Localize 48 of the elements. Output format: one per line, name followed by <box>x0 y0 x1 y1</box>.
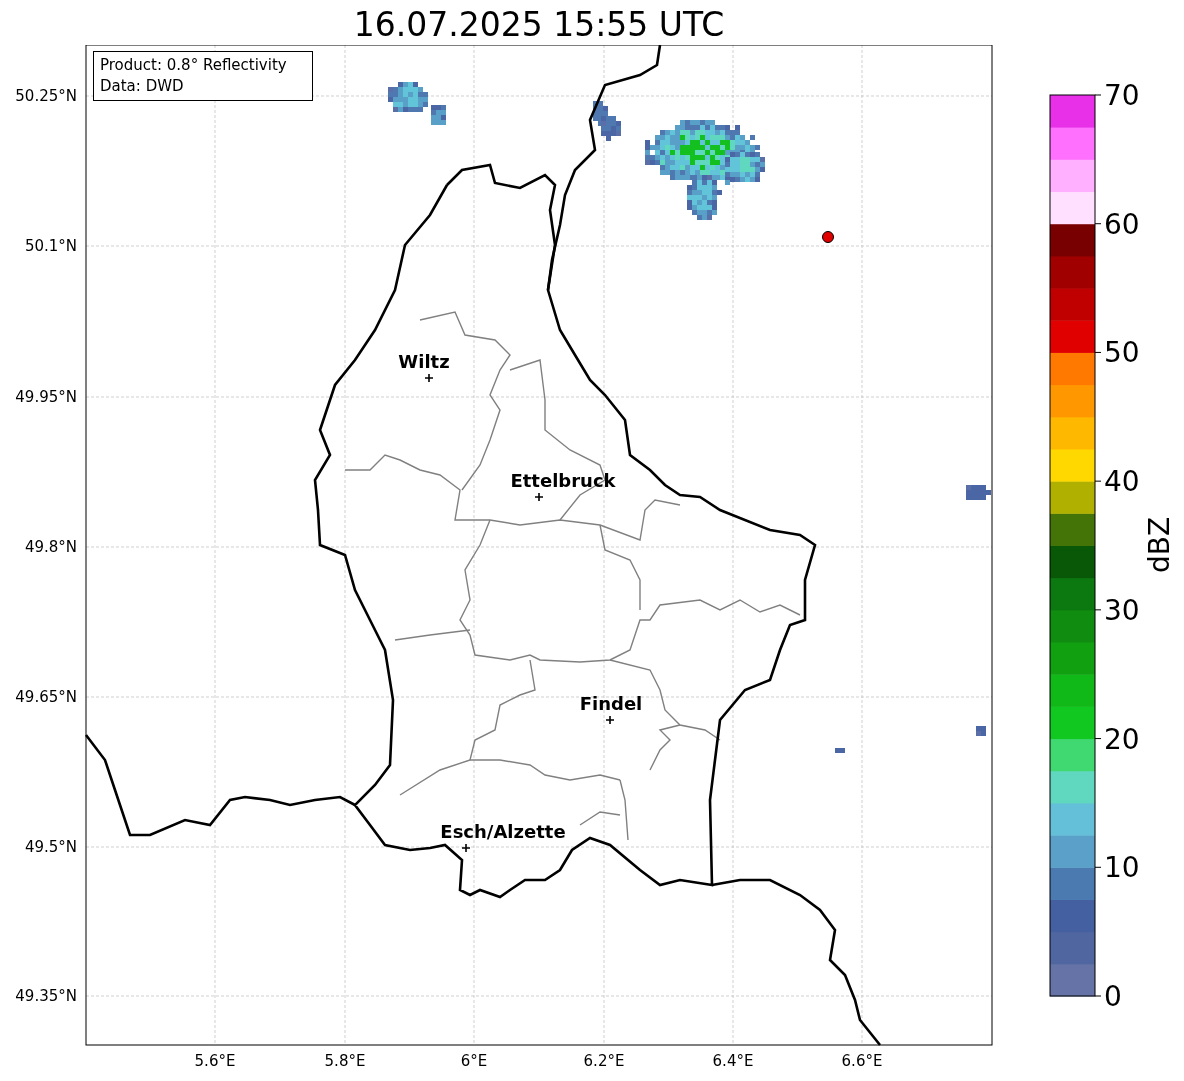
tick-mark <box>1094 609 1102 611</box>
info-text: Product: 0.8° Reflectivity <box>100 56 287 74</box>
city-marker <box>605 715 615 725</box>
tick-mark <box>1094 866 1102 868</box>
longitude-label: 6.6°E <box>841 1052 883 1070</box>
colorbar-tick-label: 60 <box>1104 207 1140 241</box>
tick-mark <box>1094 351 1102 353</box>
colorbar-tick-label: 0 <box>1104 980 1122 1013</box>
longitude-label: 5.8°E <box>324 1052 366 1070</box>
latitude-label: 49.65°N <box>15 688 77 706</box>
latitude-label: 49.35°N <box>15 987 77 1005</box>
city-label: Esch/Alzette <box>440 821 566 842</box>
colorbar-tick-label: 30 <box>1104 593 1140 627</box>
radar-echo <box>966 485 991 500</box>
info-text: Data: DWD <box>100 77 184 95</box>
city-label: Ettelbruck <box>510 470 616 491</box>
longitude-label: 6.2°E <box>583 1052 625 1070</box>
longitude-label: 5.6°E <box>194 1052 236 1070</box>
colorbar-tick-label: 40 <box>1104 465 1140 499</box>
latitude-label: 49.5°N <box>24 838 77 856</box>
longitude-label: 6°E <box>460 1052 488 1070</box>
colorbar-tick-label: 10 <box>1104 851 1140 885</box>
longitude-label: 6.4°E <box>712 1052 754 1070</box>
radar-echo <box>835 748 845 753</box>
latitude-label: 50.25°N <box>15 87 77 105</box>
colorbar-label: dBZ <box>1143 516 1176 574</box>
colorbar-tick-label: 50 <box>1104 336 1140 370</box>
radar-echo <box>431 105 446 125</box>
city-label: Findel <box>579 693 643 714</box>
latitude-label: 49.95°N <box>15 388 77 406</box>
tick-mark <box>1094 94 1102 96</box>
city-marker <box>534 492 544 502</box>
tick-mark <box>1094 738 1102 740</box>
radar-echo <box>976 726 986 736</box>
city-marker <box>461 843 471 853</box>
radar-site-marker <box>822 231 834 243</box>
city-marker <box>424 373 434 383</box>
radar-echo <box>601 116 621 141</box>
tick-mark <box>1094 480 1102 482</box>
map-title: 16.07.2025 15:55 UTC <box>353 5 725 45</box>
colorbar-tick-label: 20 <box>1104 722 1140 756</box>
latitude-label: 50.1°N <box>24 237 77 255</box>
colorbar-tick-label: 70 <box>1104 79 1140 112</box>
city-label: Wiltz <box>398 351 450 372</box>
radar-echo <box>388 82 428 112</box>
tick-mark <box>1094 995 1102 997</box>
latitude-label: 49.8°N <box>24 538 77 556</box>
tick-mark <box>1094 223 1102 225</box>
